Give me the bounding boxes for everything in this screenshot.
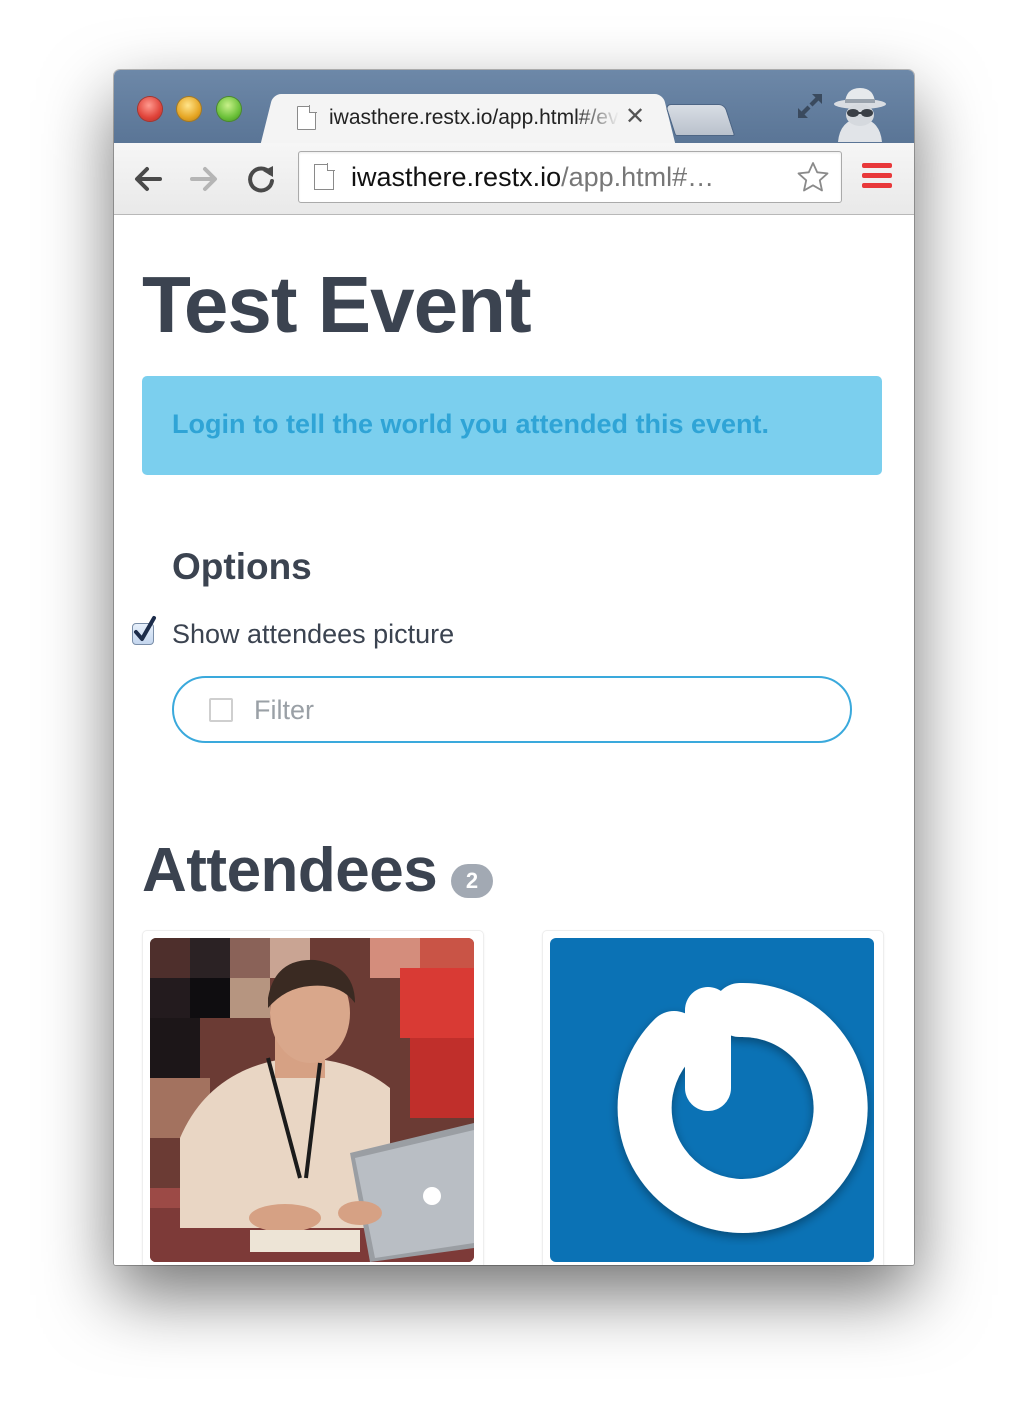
star-icon[interactable] xyxy=(795,160,831,194)
zoom-window-button[interactable] xyxy=(217,97,241,121)
tab-strip: iwasthere.restx.io/app.html#/events/1 ✕ xyxy=(114,70,914,143)
show-pictures-checkbox[interactable] xyxy=(132,616,156,645)
login-alert: Login to tell the world you attended thi… xyxy=(142,376,882,475)
attendee-card[interactable] xyxy=(142,930,484,1265)
show-pictures-option[interactable]: Show attendees picture xyxy=(132,616,455,651)
attendee-photo xyxy=(150,938,474,1262)
page-title: Test Event xyxy=(142,260,532,349)
attendee-logo xyxy=(550,938,874,1262)
fullscreen-icon[interactable] xyxy=(794,90,826,122)
minimize-window-button[interactable] xyxy=(177,97,201,121)
page-content: Test Event Login to tell the world you a… xyxy=(114,215,914,1265)
attendees-count-badge: 2 xyxy=(451,864,493,898)
filter-icon xyxy=(209,698,233,722)
browser-window: iwasthere.restx.io/app.html#/events/1 ✕ xyxy=(114,70,914,1265)
url-path: /app.html#… xyxy=(561,162,715,192)
close-window-button[interactable] xyxy=(138,97,162,121)
tab-title: iwasthere.restx.io/app.html#/events/1 xyxy=(329,106,619,129)
attendee-card[interactable] xyxy=(542,930,884,1265)
tab-active[interactable]: iwasthere.restx.io/app.html#/events/1 ✕ xyxy=(277,94,659,143)
address-bar-url[interactable]: iwasthere.restx.io/app.html#… xyxy=(351,162,781,192)
back-arrow-icon[interactable] xyxy=(130,161,166,197)
page-icon xyxy=(297,106,316,130)
filter-field[interactable] xyxy=(172,676,852,743)
options-heading: Options xyxy=(172,546,312,587)
filter-input[interactable] xyxy=(252,689,816,731)
new-tab-button[interactable] xyxy=(664,104,736,136)
login-link[interactable]: Login to tell the world you attended thi… xyxy=(172,409,769,440)
reload-icon[interactable] xyxy=(243,161,279,197)
close-icon[interactable]: ✕ xyxy=(622,102,648,132)
browser-toolbar: iwasthere.restx.io/app.html#… xyxy=(114,143,914,215)
incognito-icon xyxy=(834,88,886,142)
address-bar[interactable]: iwasthere.restx.io/app.html#… xyxy=(298,151,842,203)
attendees-heading: Attendees xyxy=(142,836,438,905)
show-pictures-label: Show attendees picture xyxy=(172,618,455,649)
url-host: iwasthere.restx.io xyxy=(351,162,562,192)
menu-icon[interactable] xyxy=(862,163,894,191)
forward-arrow-icon[interactable] xyxy=(186,161,222,197)
page-icon xyxy=(314,163,335,190)
checkmark-icon xyxy=(134,616,156,641)
